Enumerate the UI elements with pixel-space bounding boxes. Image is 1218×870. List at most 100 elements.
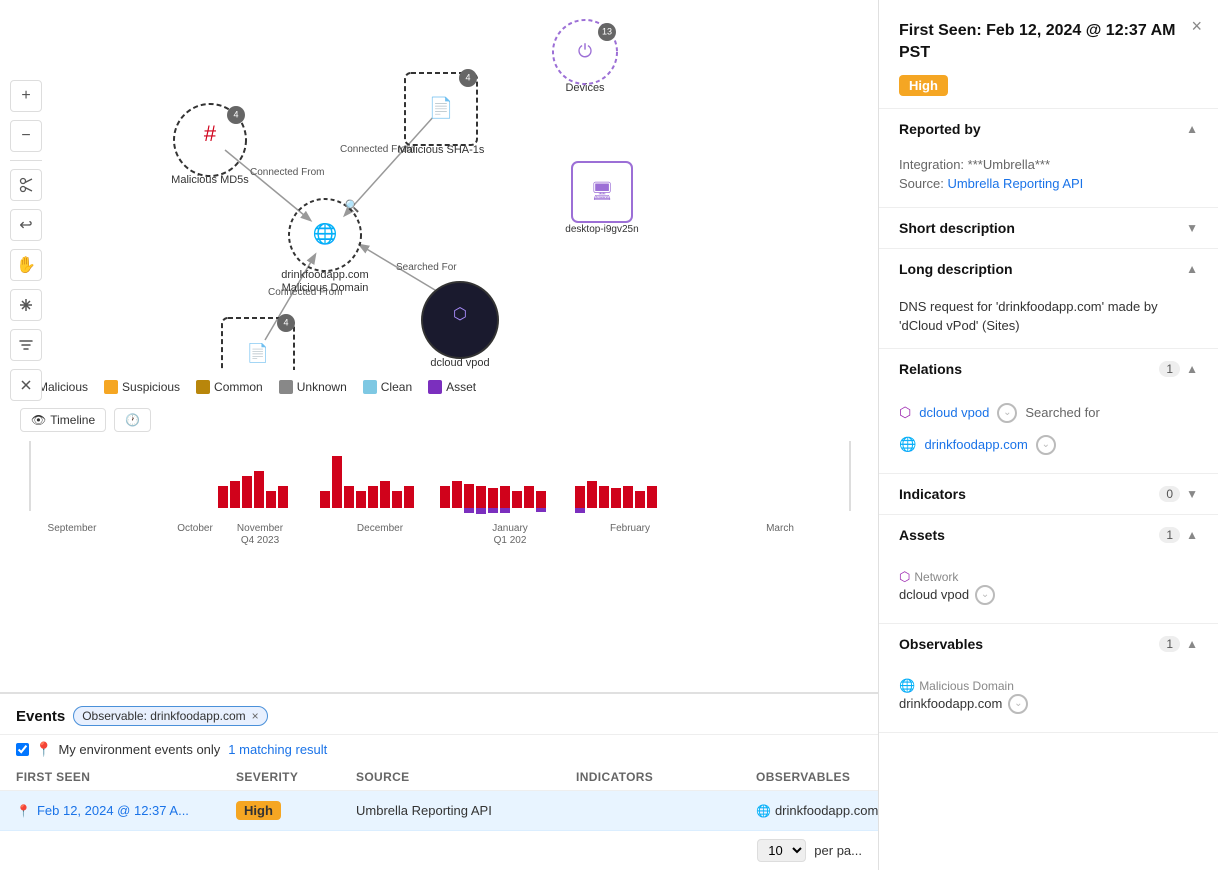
legend-asset: Asset	[428, 380, 476, 394]
section-reported-by: Reported by ▲ Integration: ***Umbrella**…	[879, 109, 1218, 208]
timeline-button[interactable]: 👁 Timeline	[20, 408, 106, 432]
bar	[440, 486, 450, 508]
obs-expand[interactable]: ⌄	[1008, 694, 1028, 714]
bar	[524, 486, 534, 508]
axis-january: January	[492, 523, 528, 534]
long-desc-text: DNS request for 'drinkfoodapp.com' made …	[899, 297, 1198, 336]
asset-item-vpod: ⬡ Network dcloud vpod ⌄	[899, 563, 1198, 611]
toolbar: + − ↩ ✋	[10, 80, 42, 401]
bar	[344, 486, 354, 508]
section-observables-header[interactable]: Observables 1 ▲	[879, 624, 1218, 664]
col-observables: Observables	[756, 770, 862, 784]
relation-vpod-icon: ⬡	[899, 404, 911, 421]
bar	[647, 486, 657, 508]
node-md5s-badge-text: 4	[233, 109, 238, 119]
table-row[interactable]: 📍 Feb 12, 2024 @ 12:37 A... High Umbrell…	[0, 791, 878, 831]
assets-title: Assets	[899, 527, 945, 543]
relation-vpod-name[interactable]: dcloud vpod	[919, 405, 989, 420]
legend-unknown: Unknown	[279, 380, 347, 394]
relations-chevron: ▲	[1186, 362, 1198, 376]
node-vpod-icon: ⬡	[453, 306, 467, 323]
bar	[368, 486, 378, 508]
indicators-count: 0	[1159, 486, 1180, 502]
bar	[488, 508, 498, 513]
relations-count: 1	[1159, 361, 1180, 377]
bar	[404, 486, 414, 508]
bar	[575, 508, 585, 513]
obs-domain-icon: 🌐	[899, 678, 915, 694]
node-devices-badge-text: 13	[602, 26, 612, 36]
filter-tag[interactable]: Observable: drinkfoodapp.com ×	[73, 706, 267, 726]
node-vpod[interactable]: ⬡ dcloud vpod Network	[422, 282, 498, 381]
bar	[512, 491, 522, 508]
section-indicators-header[interactable]: Indicators 0 ▼	[879, 474, 1218, 514]
section-long-desc-header[interactable]: Long description ▲	[879, 249, 1218, 289]
filter-tag-label: Observable: drinkfoodapp.com	[82, 709, 245, 723]
timeline-chart: September October November Q4 2023 Decem…	[20, 436, 860, 546]
node-sha256s-badge-text: 4	[283, 317, 288, 327]
pagination: 10 per pa...	[0, 831, 878, 870]
observables-title: Observables	[899, 636, 983, 652]
legend-common-dot	[196, 380, 210, 394]
source-label: Source:	[899, 176, 944, 191]
legend-common-label: Common	[214, 380, 263, 394]
events-table: First Seen Severity Source Indicators Ob…	[0, 764, 878, 831]
col-indicators: Indicators	[576, 770, 756, 784]
filter-tag-close[interactable]: ×	[252, 709, 259, 723]
history-button[interactable]: 🕐	[114, 408, 151, 432]
row-source: Umbrella Reporting API	[356, 803, 576, 818]
scissors-button[interactable]	[10, 169, 42, 201]
bar	[332, 456, 342, 508]
node-md5s[interactable]: # 4 Malicious MD5s	[171, 104, 249, 186]
legend-suspicious-dot	[104, 380, 118, 394]
obs-item-domain: 🌐 Malicious Domain drinkfoodapp.com ⌄	[899, 672, 1198, 720]
section-reported-by-header[interactable]: Reported by ▲	[879, 109, 1218, 149]
asset-type-label: Network	[914, 570, 958, 584]
no-button[interactable]	[10, 369, 42, 401]
section-relations: Relations 1 ▲ ⬡ dcloud vpod ⌄ Searched f…	[879, 349, 1218, 474]
close-button[interactable]: ×	[1191, 16, 1202, 37]
my-env-checkbox-label[interactable]: 📍 My environment events only	[16, 741, 220, 758]
source-link[interactable]: Umbrella Reporting API	[947, 176, 1083, 191]
undo-button[interactable]: ↩	[10, 209, 42, 241]
long-desc-title: Long description	[899, 261, 1013, 277]
zoom-out-button[interactable]: −	[10, 120, 42, 152]
node-domain[interactable]: 🌐 🔍 drinkfoodapp.com Malicious Domain	[281, 198, 368, 294]
section-short-desc: Short description ▼	[879, 208, 1218, 249]
relation-domain-expand[interactable]: ⌄	[1036, 435, 1056, 455]
node-domain-search: 🔍	[345, 198, 360, 213]
events-title: Events	[16, 708, 65, 725]
section-relations-header[interactable]: Relations 1 ▲	[879, 349, 1218, 389]
node-desktop[interactable]: 🖥 desktop-i9gv25n	[565, 162, 638, 235]
asset-name-text: dcloud vpod	[899, 587, 969, 602]
severity-badge: High	[236, 801, 281, 820]
section-indicators: Indicators 0 ▼	[879, 474, 1218, 515]
axis-november: November	[237, 523, 284, 534]
zoom-in-button[interactable]: +	[10, 80, 42, 112]
bar	[599, 486, 609, 508]
cut-button[interactable]	[10, 289, 42, 321]
section-short-desc-header[interactable]: Short description ▼	[879, 208, 1218, 248]
filter-button[interactable]	[10, 329, 42, 361]
bar	[587, 481, 597, 508]
pan-button[interactable]: ✋	[10, 249, 42, 281]
relation-domain-name[interactable]: drinkfoodapp.com	[924, 437, 1027, 452]
bar	[536, 508, 546, 512]
bar	[500, 508, 510, 513]
axis-october: October	[177, 523, 213, 534]
my-env-checkbox[interactable]	[16, 743, 29, 756]
asset-expand[interactable]: ⌄	[975, 585, 995, 605]
per-page-select[interactable]: 10	[757, 839, 806, 862]
bar	[356, 491, 366, 508]
row-date[interactable]: Feb 12, 2024 @ 12:37 A...	[37, 803, 189, 818]
legend-unknown-label: Unknown	[297, 380, 347, 394]
bar	[218, 486, 228, 508]
section-assets-header[interactable]: Assets 1 ▲	[879, 515, 1218, 555]
relation-vpod-expand[interactable]: ⌄	[997, 403, 1017, 423]
relations-content: ⬡ dcloud vpod ⌄ Searched for 🌐 drinkfood…	[879, 389, 1218, 473]
node-devices[interactable]: ⏻ 13 Devices	[553, 20, 617, 94]
integration-label: Integration:	[899, 157, 964, 172]
node-sha1s-badge-text: 4	[465, 72, 470, 82]
bar	[611, 488, 621, 508]
chart-container: September October November Q4 2023 Decem…	[0, 436, 878, 556]
